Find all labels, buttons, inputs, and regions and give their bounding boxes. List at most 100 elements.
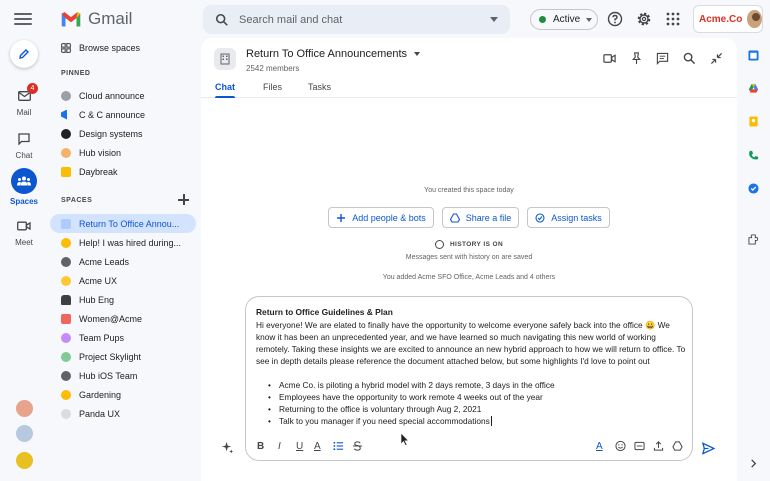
text-color-button[interactable]: A — [314, 441, 321, 452]
plus-icon — [337, 213, 346, 222]
share-file-button[interactable]: Share a file — [442, 207, 519, 228]
main-menu-button[interactable] — [14, 11, 32, 27]
rail-item-mail[interactable]: 4 Mail — [0, 83, 48, 117]
space-panel: Return To Office Announcements 2542 memb… — [201, 38, 737, 481]
strikethrough-icon[interactable] — [352, 440, 363, 452]
search-input[interactable]: Search mail and chat — [239, 14, 490, 26]
message-composer[interactable]: Return to Office Guidelines & Plan Hi ev… — [245, 296, 693, 461]
add-people-bots-button[interactable]: Add people & bots — [328, 207, 434, 228]
settings-gear-icon[interactable] — [636, 11, 652, 27]
active-status-dot — [539, 16, 546, 23]
space-item-project-skylight[interactable]: Project Skylight — [50, 347, 196, 366]
contact-avatar[interactable] — [16, 425, 33, 442]
account-switcher[interactable]: Acme.Co — [693, 5, 763, 33]
add-space-icon[interactable] — [178, 194, 189, 205]
rail-item-meet[interactable]: Meet — [0, 217, 48, 247]
pinned-item-label: Cloud announce — [79, 90, 145, 101]
apps-grid-icon[interactable] — [665, 11, 681, 27]
compose-button[interactable] — [10, 40, 38, 68]
space-title: Return To Office Announcements — [246, 48, 408, 60]
pinned-item-cc-announce[interactable]: C & C announce — [50, 105, 196, 124]
calendar-icon[interactable] — [748, 50, 759, 61]
phone-icon[interactable] — [748, 150, 759, 161]
search-icon[interactable] — [683, 52, 696, 65]
space-item-acme-leads[interactable]: Acme Leads — [50, 252, 196, 271]
emoji-icon[interactable] — [615, 440, 626, 452]
gmail-logo[interactable]: Gmail — [60, 9, 132, 29]
keep-icon[interactable] — [748, 116, 759, 127]
contact-avatar[interactable] — [16, 452, 33, 469]
format-toggle-button[interactable]: A — [596, 441, 603, 452]
status-selector[interactable]: Active — [530, 9, 598, 30]
space-title-menu[interactable]: Return To Office Announcements — [246, 48, 421, 60]
assign-tasks-button[interactable]: Assign tasks — [527, 207, 610, 228]
tab-files[interactable]: Files — [263, 82, 282, 92]
vision-icon — [61, 147, 71, 158]
search-options-icon[interactable] — [490, 17, 498, 22]
skylight-icon — [61, 351, 71, 362]
space-created-notice: You created this space today — [424, 187, 514, 194]
gif-icon[interactable] — [634, 440, 645, 452]
bulleted-list-icon[interactable] — [333, 440, 344, 452]
italic-button[interactable]: I — [278, 441, 281, 452]
smiley-icon — [61, 275, 71, 286]
drive-icon[interactable] — [672, 440, 683, 452]
space-item-label: Team Pups — [79, 332, 125, 343]
tasks-icon[interactable] — [748, 183, 759, 194]
space-item-gardening[interactable]: Gardening — [50, 385, 196, 404]
drive-icon[interactable] — [748, 83, 759, 94]
rail-item-chat[interactable]: Chat — [0, 130, 48, 160]
panda-icon — [61, 408, 71, 419]
video-call-icon[interactable] — [603, 52, 616, 65]
rail-label-mail: Mail — [16, 108, 32, 117]
chat-icon — [18, 133, 30, 145]
get-add-ons-icon[interactable] — [748, 234, 759, 245]
space-item-panda-ux[interactable]: Panda UX — [50, 404, 196, 423]
space-item-hub-ios-team[interactable]: Hub iOS Team — [50, 366, 196, 385]
pups-icon — [61, 332, 71, 343]
task-check-icon — [535, 212, 545, 223]
pinned-item-design-systems[interactable]: Design systems — [50, 124, 196, 143]
help-icon[interactable] — [607, 11, 623, 27]
space-item-team-pups[interactable]: Team Pups — [50, 328, 196, 347]
rail-label-meet: Meet — [15, 238, 33, 247]
bold-button[interactable]: B — [257, 441, 264, 452]
space-tabs: Chat Files Tasks — [201, 80, 737, 98]
bullet-item: Returning to the office is voluntary thr… — [268, 403, 555, 415]
browse-spaces-icon — [61, 42, 71, 53]
space-item-hub-eng[interactable]: Hub Eng — [50, 290, 196, 309]
tab-tasks[interactable]: Tasks — [308, 82, 331, 92]
contact-avatar[interactable] — [16, 400, 33, 417]
mail-unread-badge: 4 — [27, 83, 38, 94]
tab-chat[interactable]: Chat — [215, 82, 235, 98]
history-status: HISTORY IS ON — [201, 240, 737, 249]
upload-file-icon[interactable] — [653, 440, 664, 452]
pinned-item-cloud-announce[interactable]: Cloud announce — [50, 86, 196, 105]
search-bar[interactable]: Search mail and chat — [203, 5, 510, 34]
pinned-item-label: Design systems — [79, 128, 143, 139]
browse-spaces-link[interactable]: Browse spaces — [50, 38, 196, 57]
space-item-acme-ux[interactable]: Acme UX — [50, 271, 196, 290]
collapse-icon[interactable] — [710, 52, 723, 65]
video-camera-icon — [17, 221, 31, 231]
women-icon — [61, 313, 71, 324]
bullet-item: Employees have the opportunity to work r… — [268, 391, 555, 403]
space-item-return-to-office[interactable]: Return To Office Annou... — [50, 214, 196, 233]
chevron-right-icon[interactable] — [748, 458, 759, 469]
rail-item-spaces[interactable]: Spaces — [0, 168, 48, 206]
space-item-help-hired[interactable]: Help! I was hired during... — [50, 233, 196, 252]
space-item-women-acme[interactable]: Women@Acme — [50, 309, 196, 328]
underline-button[interactable]: U — [296, 441, 303, 452]
globe-icon — [61, 90, 71, 101]
pinned-item-daybreak[interactable]: Daybreak — [50, 162, 196, 181]
pin-icon[interactable] — [630, 52, 643, 65]
history-label: HISTORY IS ON — [449, 241, 504, 248]
send-icon[interactable] — [702, 442, 715, 455]
space-item-label: Panda UX — [79, 408, 121, 419]
pinned-header: PINNED — [61, 70, 91, 77]
threads-icon[interactable] — [656, 52, 669, 65]
sparkle-icon[interactable] — [221, 441, 234, 454]
search-icon[interactable] — [215, 13, 229, 27]
leads-icon — [61, 256, 71, 267]
pinned-item-hub-vision[interactable]: Hub vision — [50, 143, 196, 162]
